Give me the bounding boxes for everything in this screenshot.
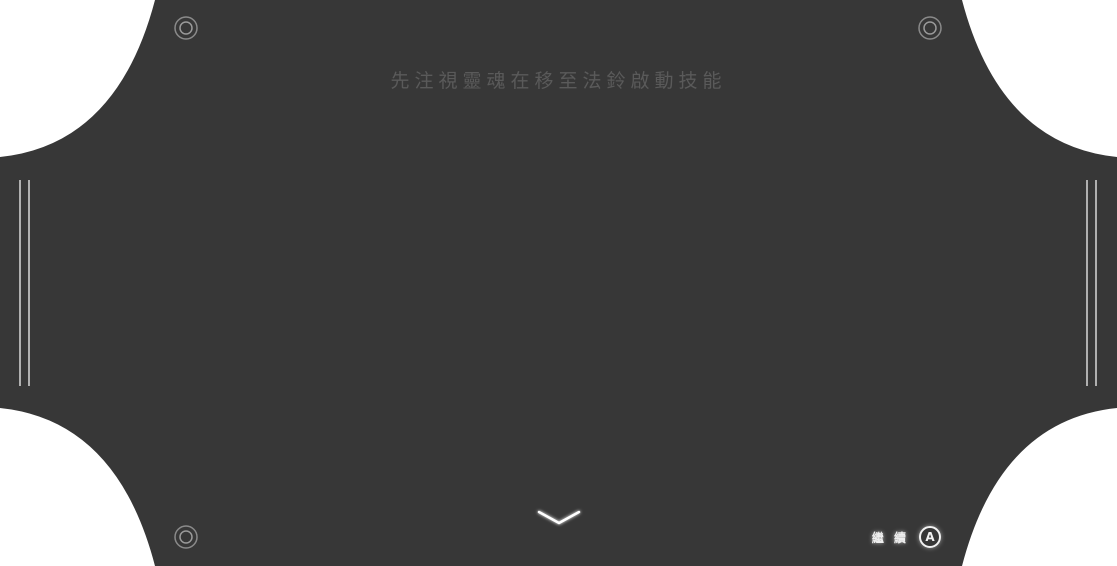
a-button-icon[interactable]: A xyxy=(919,526,941,548)
continue-label: 繼 續 xyxy=(871,530,909,545)
hint-text: 先注視靈魂在移至法鈴啟動技能 xyxy=(390,70,727,92)
dialog-screen: 先注視靈魂在移至法鈴啟動技能 繼 續 A xyxy=(0,0,1117,566)
continue-button[interactable]: 繼 續 A xyxy=(872,525,941,549)
